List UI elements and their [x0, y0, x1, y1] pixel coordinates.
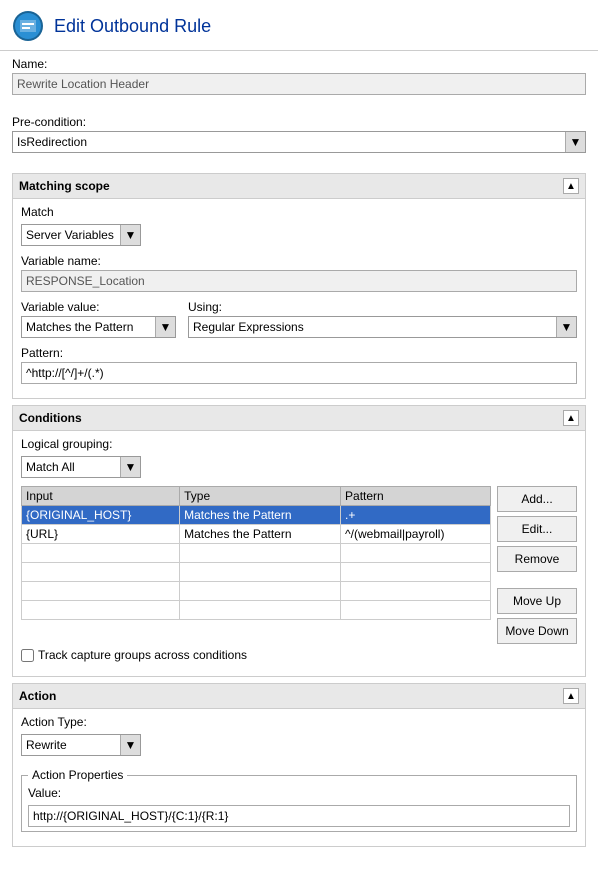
variable-value-col: Variable value: Matches the Pattern Does…: [21, 300, 176, 338]
variable-value-wrapper: Matches the Pattern Does Not Match the P…: [21, 316, 176, 338]
matching-scope-collapse-btn[interactable]: ▲: [563, 178, 579, 194]
track-checkbox-label: Track capture groups across conditions: [38, 648, 247, 662]
add-button[interactable]: Add...: [497, 486, 577, 512]
table-row-empty: [22, 601, 491, 620]
name-label: Name:: [12, 57, 586, 71]
col-pattern: Pattern: [341, 487, 491, 506]
track-checkbox[interactable]: [21, 649, 34, 662]
precondition-label: Pre-condition:: [12, 115, 586, 129]
col-input: Input: [22, 487, 180, 506]
conditions-collapse-btn[interactable]: ▲: [563, 410, 579, 426]
matching-scope-content: Match Server Variables Response Headers …: [13, 199, 585, 390]
name-field-group: Name:: [0, 51, 598, 101]
rule-icon: [12, 10, 44, 42]
variable-name-input[interactable]: [21, 270, 577, 292]
table-row-empty: [22, 563, 491, 582]
action-value-input[interactable]: [28, 805, 570, 827]
cell-pattern: ^/(webmail|payroll): [341, 525, 491, 544]
matching-scope-title: Matching scope: [19, 179, 110, 193]
logical-grouping-wrapper: Match All Match Any ▼: [21, 456, 141, 478]
remove-button[interactable]: Remove: [497, 546, 577, 572]
conditions-section: Conditions ▲ Logical grouping: Match All…: [12, 405, 586, 677]
match-type-wrapper: Server Variables Response Headers ▼: [21, 224, 141, 246]
action-title: Action: [19, 689, 56, 703]
action-properties-box: Action Properties Value:: [21, 768, 577, 832]
move-up-button[interactable]: Move Up: [497, 588, 577, 614]
precondition-group: Pre-condition: IsRedirection (none) ▼: [0, 109, 598, 159]
table-row[interactable]: {ORIGINAL_HOST} Matches the Pattern .+: [22, 506, 491, 525]
action-section: Action ▲ Action Type: Rewrite Redirect C…: [12, 683, 586, 847]
cell-input: {ORIGINAL_HOST}: [22, 506, 180, 525]
using-select[interactable]: Regular Expressions Wildcards Exact Matc…: [188, 316, 577, 338]
track-checkbox-row: Track capture groups across conditions: [21, 644, 577, 662]
using-label: Using:: [188, 300, 577, 314]
using-wrapper: Regular Expressions Wildcards Exact Matc…: [188, 316, 577, 338]
name-input[interactable]: [12, 73, 586, 95]
action-type-label: Action Type:: [21, 715, 577, 729]
conditions-table: Input Type Pattern {ORIGINAL_HOST} Match…: [21, 486, 491, 620]
variable-using-row: Variable value: Matches the Pattern Does…: [21, 300, 577, 338]
cell-input: {URL}: [22, 525, 180, 544]
matching-scope-section: Matching scope ▲ Match Server Variables …: [12, 173, 586, 399]
table-row-empty: [22, 582, 491, 601]
variable-value-label: Variable value:: [21, 300, 176, 314]
matching-scope-header: Matching scope ▲: [13, 174, 585, 199]
col-type: Type: [180, 487, 341, 506]
conditions-table-header-row: Input Type Pattern: [22, 487, 491, 506]
action-header: Action ▲: [13, 684, 585, 709]
variable-value-select[interactable]: Matches the Pattern Does Not Match the P…: [21, 316, 176, 338]
page-title: Edit Outbound Rule: [54, 16, 211, 37]
action-type-select[interactable]: Rewrite Redirect Custom Response Abort R…: [21, 734, 141, 756]
logical-grouping-select[interactable]: Match All Match Any: [21, 456, 141, 478]
conditions-table-area: Input Type Pattern {ORIGINAL_HOST} Match…: [21, 486, 577, 644]
conditions-table-container: Input Type Pattern {ORIGINAL_HOST} Match…: [21, 486, 491, 644]
match-type-select[interactable]: Server Variables Response Headers: [21, 224, 141, 246]
using-col: Using: Regular Expressions Wildcards Exa…: [188, 300, 577, 338]
conditions-header: Conditions ▲: [13, 406, 585, 431]
action-content: Action Type: Rewrite Redirect Custom Res…: [13, 709, 585, 838]
conditions-content: Logical grouping: Match All Match Any ▼ …: [13, 431, 585, 668]
move-down-button[interactable]: Move Down: [497, 618, 577, 644]
action-properties-title: Action Properties: [28, 768, 127, 782]
logical-grouping-label: Logical grouping:: [21, 437, 577, 451]
conditions-title: Conditions: [19, 411, 82, 425]
cell-type: Matches the Pattern: [180, 525, 341, 544]
precondition-select-wrapper: IsRedirection (none) ▼: [12, 131, 586, 153]
action-collapse-btn[interactable]: ▲: [563, 688, 579, 704]
pattern-input[interactable]: [21, 362, 577, 384]
cell-pattern: .+: [341, 506, 491, 525]
cell-type: Matches the Pattern: [180, 506, 341, 525]
table-row[interactable]: {URL} Matches the Pattern ^/(webmail|pay…: [22, 525, 491, 544]
pattern-label: Pattern:: [21, 346, 577, 360]
action-value-label: Value:: [28, 786, 570, 800]
match-label: Match: [21, 205, 577, 219]
conditions-buttons: Add... Edit... Remove Move Up Move Down: [497, 486, 577, 644]
page-header: Edit Outbound Rule: [0, 0, 598, 51]
precondition-select[interactable]: IsRedirection (none): [12, 131, 586, 153]
edit-button[interactable]: Edit...: [497, 516, 577, 542]
action-type-wrapper: Rewrite Redirect Custom Response Abort R…: [21, 734, 141, 756]
variable-name-label: Variable name:: [21, 254, 577, 268]
table-row-empty: [22, 544, 491, 563]
